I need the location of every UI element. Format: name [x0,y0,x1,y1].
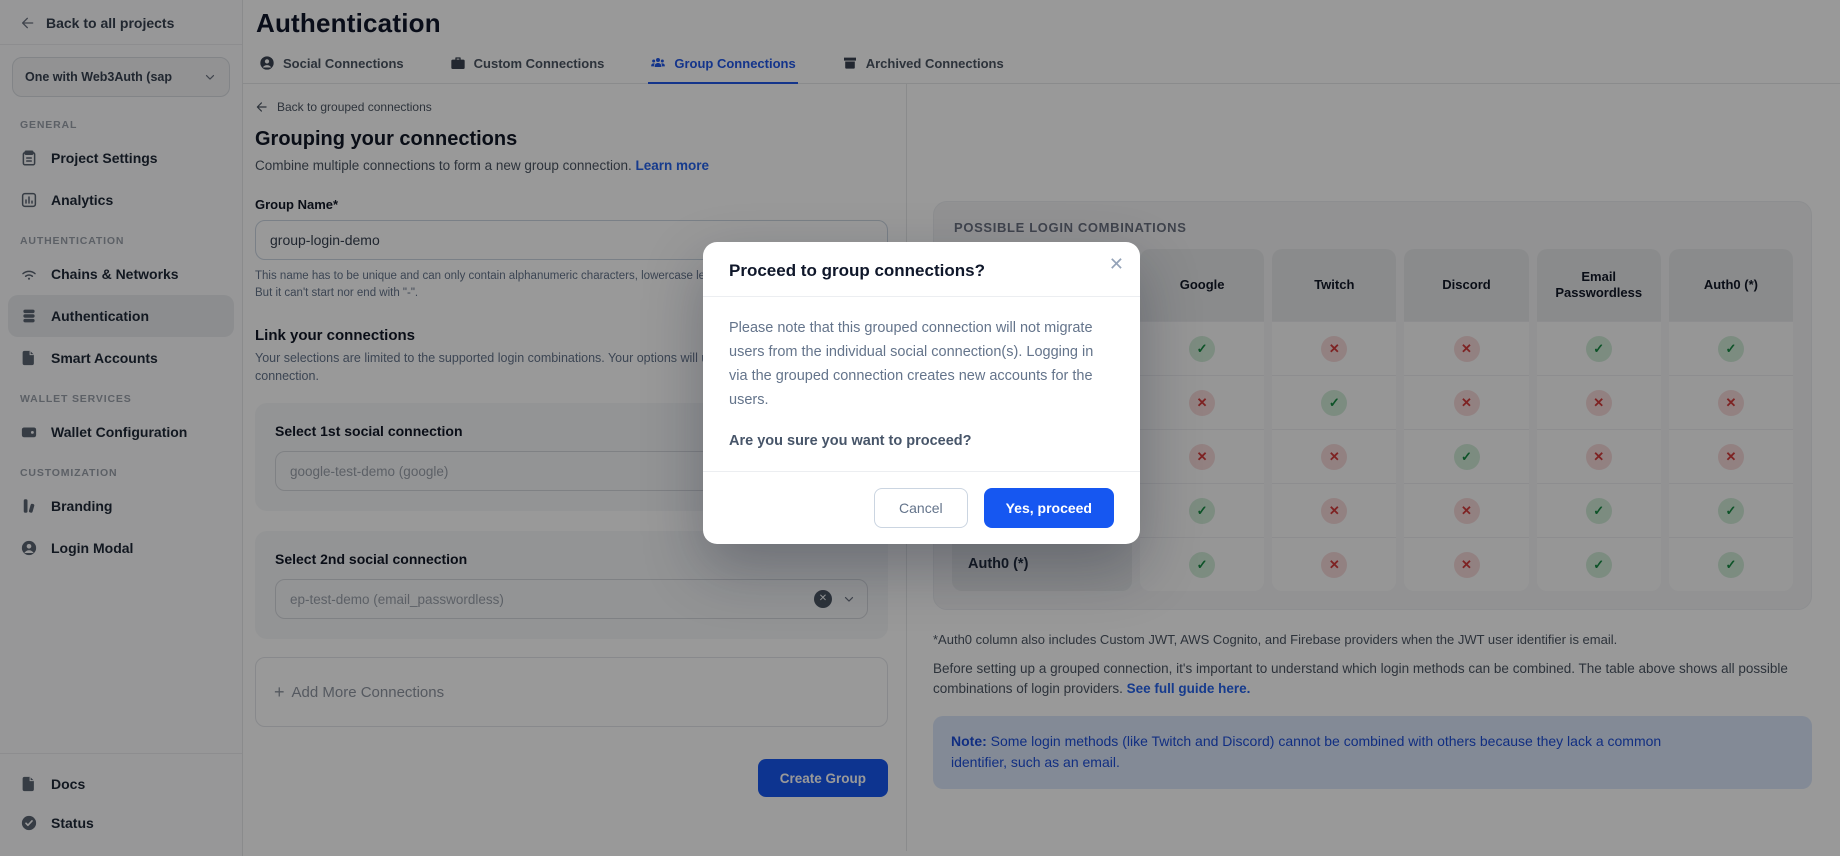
modal-header: Proceed to group connections? ✕ [703,242,1140,297]
cancel-button[interactable]: Cancel [874,488,968,528]
app-window: Back to all projects One with Web3Auth (… [0,0,1840,856]
modal-footer: Cancel Yes, proceed [703,471,1140,544]
modal-title: Proceed to group connections? [729,261,1114,281]
modal-body: Please note that this grouped connection… [703,297,1140,471]
close-icon[interactable]: ✕ [1109,255,1124,273]
proceed-modal: Proceed to group connections? ✕ Please n… [703,242,1140,544]
yes-proceed-button[interactable]: Yes, proceed [984,488,1114,528]
modal-question: Are you sure you want to proceed? [729,433,1114,449]
modal-message: Please note that this grouped connection… [729,317,1114,413]
